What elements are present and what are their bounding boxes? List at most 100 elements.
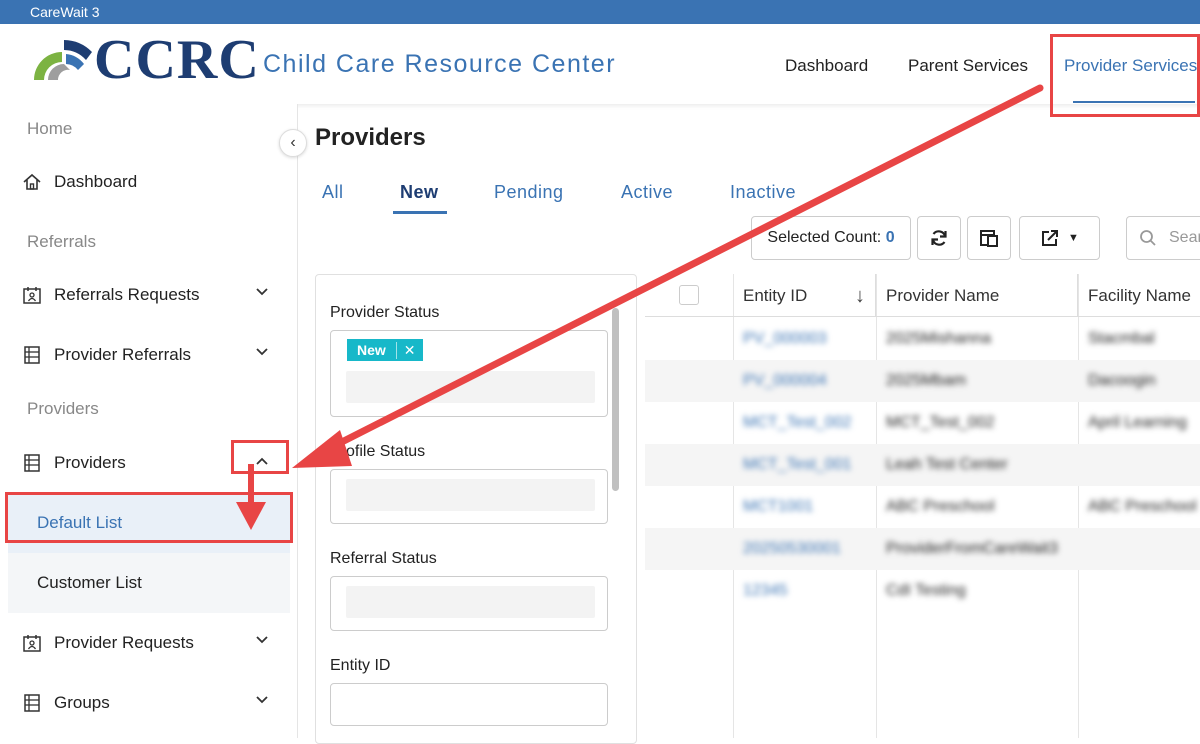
export-menu-button[interactable]: ▼ (1019, 216, 1100, 260)
list-icon (22, 453, 42, 473)
home-icon (22, 172, 42, 192)
sidebar-item-label: Groups (54, 693, 110, 712)
table-row[interactable]: MCT_Test_001 Leah Test Center (645, 444, 1200, 486)
provider-name-cell: MCT_Test_002 (886, 414, 995, 431)
provider-name-cell: CdI Testing (886, 582, 966, 599)
filter-label-entity-id: Entity ID (330, 657, 391, 674)
entity-id-field[interactable] (330, 683, 608, 726)
selected-count-label: Selected Count: (767, 229, 882, 246)
calendar-user-icon (22, 285, 42, 305)
table-row[interactable]: MCT1001 ABC Preschool ABC Preschool (645, 486, 1200, 528)
table-row[interactable]: PV_000003 2025Mishanna Stacmbal (645, 318, 1200, 360)
search-icon (1140, 230, 1156, 246)
filter-label-provider-status: Provider Status (330, 304, 440, 321)
sidebar-item-label: Referrals Requests (54, 285, 200, 304)
app-header: CCRC Child Care Resource Center Dashboar… (0, 24, 1200, 104)
chevron-left-icon: ‹ (290, 134, 296, 151)
chip-label: New (357, 342, 386, 358)
collapse-sidebar-button[interactable]: ‹ (279, 129, 307, 157)
sidebar-item-label: Dashboard (54, 172, 138, 191)
provider-status-select[interactable]: New ✕ (330, 330, 608, 417)
sort-descending-icon[interactable]: ↓ (855, 274, 865, 318)
ccrc-logo-icon (34, 40, 92, 80)
provider-name-cell: 2025Mbam (886, 372, 967, 389)
referral-status-select[interactable] (330, 576, 608, 631)
column-header-entity-id[interactable]: Entity ID ↓ (733, 274, 876, 316)
provider-name-cell: ABC Preschool (886, 498, 995, 515)
sidebar-item-label: Provider Referrals (54, 345, 191, 364)
sidebar-item-provider-requests[interactable]: Provider Requests (22, 633, 194, 653)
sidebar-subitem-customer-list[interactable]: Customer List (8, 553, 290, 613)
active-tab-indicator (393, 211, 447, 214)
select-input-area[interactable] (346, 479, 595, 511)
selected-count-value: 0 (885, 229, 895, 246)
callout-provider-services (1050, 34, 1200, 117)
search-placeholder: Sear (1169, 229, 1200, 246)
entity-id-cell[interactable]: 12345 (743, 582, 788, 600)
search-input[interactable]: Sear (1126, 216, 1200, 260)
refresh-icon (931, 230, 947, 246)
provider-name-cell: ProviderFromCareWait3 (886, 540, 1058, 557)
entity-id-cell[interactable]: MCT_Test_002 (743, 414, 852, 432)
table-row[interactable]: MCT_Test_002 MCT_Test_002 April Learning (645, 402, 1200, 444)
table-row[interactable]: PV_000004 2025Mbam Dacoogin (645, 360, 1200, 402)
export-icon (1042, 230, 1059, 246)
close-icon[interactable]: ✕ (395, 341, 423, 359)
tab-all[interactable]: All (322, 182, 344, 203)
chevron-down-icon[interactable] (255, 633, 269, 650)
column-header-facility-name[interactable]: Facility Name (1078, 274, 1200, 316)
table-row[interactable]: 12345 CdI Testing (645, 570, 1200, 612)
select-input-area[interactable] (346, 371, 595, 403)
sidebar-item-groups[interactable]: Groups (22, 693, 110, 713)
chevron-down-icon[interactable] (255, 285, 269, 302)
table-row[interactable]: 20250530001 ProviderFromCareWait3 (645, 528, 1200, 570)
brand-logo-text: CCRC (94, 29, 260, 91)
provider-name-cell: Leah Test Center (886, 456, 1008, 473)
column-label: Entity ID (743, 286, 808, 305)
topnav-dashboard[interactable]: Dashboard (785, 56, 868, 76)
tab-new[interactable]: New (400, 182, 439, 203)
select-input-area[interactable] (346, 586, 595, 618)
filter-label-profile-status: Profile Status (330, 443, 426, 460)
topnav-parent-services[interactable]: Parent Services (908, 56, 1028, 76)
calendar-user-icon (22, 633, 42, 653)
brand-subtitle: Child Care Resource Center (263, 50, 617, 78)
filter-label-referral-status: Referral Status (330, 550, 437, 567)
tab-inactive[interactable]: Inactive (730, 182, 796, 203)
page-title: Providers (315, 124, 426, 151)
tab-pending[interactable]: Pending (494, 182, 564, 203)
sidebar-item-provider-referrals[interactable]: Provider Referrals (22, 345, 191, 365)
filter-chip: New ✕ (347, 339, 423, 361)
column-settings-button[interactable] (967, 216, 1011, 260)
select-all-checkbox[interactable] (679, 285, 699, 305)
sidebar-item-dashboard[interactable]: Dashboard (22, 172, 137, 192)
refresh-button[interactable] (917, 216, 961, 260)
facility-name-cell: ABC Preschool (1088, 498, 1197, 515)
filter-scrollbar[interactable] (612, 308, 619, 491)
sidebar-item-label: Provider Requests (54, 633, 194, 652)
columns-icon (980, 230, 998, 247)
entity-id-cell[interactable]: MCT1001 (743, 498, 813, 516)
facility-name-cell: April Learning (1088, 414, 1187, 431)
chevron-down-icon[interactable] (255, 345, 269, 362)
provider-name-cell: 2025Mishanna (886, 330, 991, 347)
chevron-down-icon[interactable] (255, 693, 269, 710)
entity-id-cell[interactable]: 20250530001 (743, 540, 841, 558)
entity-id-cell[interactable]: PV_000004 (743, 372, 827, 390)
selected-count: Selected Count: 0 (751, 216, 911, 260)
sidebar-section-providers: Providers (27, 399, 99, 418)
sidebar-item-providers[interactable]: Providers (22, 453, 126, 473)
profile-status-select[interactable] (330, 469, 608, 524)
sidebar-item-referrals-requests[interactable]: Referrals Requests (22, 285, 200, 305)
list-icon (22, 345, 42, 365)
entity-id-cell[interactable]: MCT_Test_001 (743, 456, 852, 474)
list-icon (22, 693, 42, 713)
sidebar-section-home: Home (27, 119, 73, 138)
facility-name-cell: Dacoogin (1088, 372, 1156, 389)
window-title: CareWait 3 (0, 0, 1200, 24)
tab-active[interactable]: Active (621, 182, 673, 203)
caret-down-icon: ▼ (1068, 232, 1079, 244)
entity-id-cell[interactable]: PV_000003 (743, 330, 827, 348)
sidebar-item-label: Providers (54, 453, 126, 472)
column-header-provider-name[interactable]: Provider Name (876, 274, 1078, 316)
